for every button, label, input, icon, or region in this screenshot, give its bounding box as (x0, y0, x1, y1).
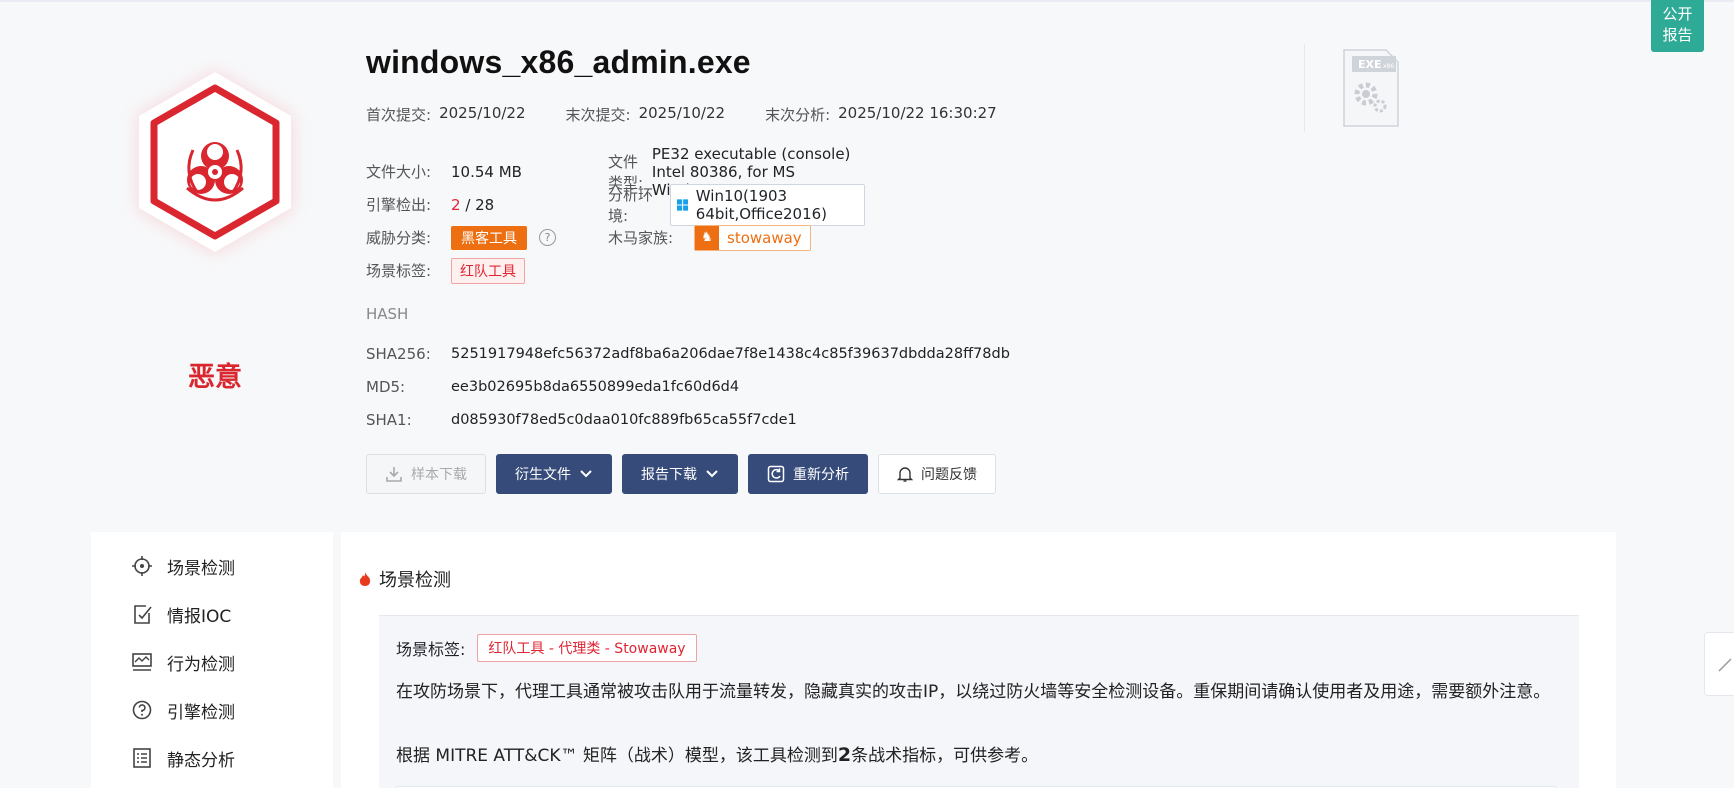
header-divider (1304, 44, 1305, 132)
section-title-text: 场景检测 (379, 570, 451, 591)
scene-detail-tag[interactable]: 红队工具 - 代理类 - Stowaway (477, 634, 697, 662)
verdict-label: 恶意 (188, 362, 242, 393)
windows-icon (676, 198, 688, 211)
last-analysis-label: 末次分析: (765, 106, 831, 124)
crosshair-icon (132, 556, 152, 576)
sidebar-item-behavior[interactable]: 行为检测 (91, 638, 333, 686)
sidebar-item-label: 引擎检测 (167, 702, 235, 723)
derived-files-label: 衍生文件 (515, 467, 571, 483)
engine-label: 引擎检出: (366, 196, 432, 214)
content-panel: 场景检测 场景标签: 红队工具 - 代理类 - Stowaway 在攻防场景下，… (341, 532, 1616, 788)
download-sample-label: 样本下载 (411, 467, 467, 483)
refresh-icon (767, 465, 785, 483)
feedback-button[interactable]: 问题反馈 (878, 454, 996, 494)
verdict-badge: 恶意 (115, 60, 315, 393)
sha1-value[interactable]: d085930f78ed5c0daa010fc889fb65ca55f7cde1 (451, 412, 797, 428)
list-doc-icon (133, 748, 151, 768)
public-report-line2: 报告 (1662, 26, 1693, 44)
mitre-suffix: 条战术指标，可供参考。 (851, 746, 1039, 766)
download-icon (386, 467, 402, 482)
monitor-activity-icon (132, 653, 152, 671)
download-sample-button[interactable]: 样本下载 (366, 454, 486, 494)
sidebar-item-static[interactable]: 静态分析 (91, 734, 333, 782)
sidebar-item-intel-ioc[interactable]: 情报IOC (91, 590, 333, 638)
scene-tag[interactable]: 红队工具 (451, 257, 525, 284)
sidebar-item-label: 静态分析 (167, 750, 235, 771)
file-info-col2: 文件类型: PE32 executable (console) Intel 80… (608, 145, 866, 254)
family-tag[interactable]: ♞ stowaway (694, 224, 811, 251)
bell-icon (897, 467, 913, 482)
sidebar: 场景检测 情报IOC 行为检测 引擎检测 静态分析 (91, 532, 333, 788)
size-value: 10.54 MB (451, 162, 522, 181)
file-info: 文件大小: 10.54 MB 引擎检出: 2 / 28 威胁分类: 黑客工具 ?… (366, 145, 866, 287)
first-submit-label: 首次提交: (366, 106, 432, 124)
report-download-button[interactable]: 报告下载 (622, 454, 738, 494)
scene-row: 场景标签: 红队工具 - 代理类 - Stowaway (396, 634, 697, 662)
md5-value[interactable]: ee3b02695b8da6550899eda1fc60d6d4 (451, 379, 739, 395)
sidebar-item-label: 情报IOC (167, 606, 232, 627)
scene-description: 在攻防场景下，代理工具通常被攻击队用于流量转发，隐藏真实的攻击IP，以绕过防火墙… (396, 682, 1551, 702)
engine-total: / 28 (460, 195, 495, 214)
last-submit-value: 2025/10/22 (638, 104, 726, 122)
threat-tag[interactable]: 黑客工具 (451, 225, 527, 250)
family-value: stowaway (727, 228, 802, 247)
md5-label: MD5: (366, 377, 406, 396)
scene-detail-box: 场景标签: 红队工具 - 代理类 - Stowaway 在攻防场景下，代理工具通… (379, 615, 1579, 788)
engine-value: 2 / 28 (451, 196, 494, 214)
biohazard-hexagon-icon (137, 70, 293, 255)
threat-label: 威胁分类: (366, 229, 432, 247)
report-download-label: 报告下载 (641, 467, 697, 483)
mitre-count: 2 (837, 744, 852, 766)
exe-file-icon: EXE x86 (1340, 48, 1400, 128)
trojan-icon: ♞ (695, 225, 719, 250)
sha256-value[interactable]: 5251917948efc56372adf8ba6a206dae7f8e1438… (451, 346, 1010, 362)
hash-section: HASH SHA256: 5251917948efc56372adf8ba6a2… (366, 305, 1010, 436)
scene-label: 场景标签: (366, 262, 432, 280)
sha256-label: SHA256: (366, 344, 431, 363)
arrow-up-icon (1718, 658, 1732, 672)
sidebar-item-label: 行为检测 (167, 654, 235, 675)
family-label: 木马家族: (608, 229, 674, 247)
derived-files-button[interactable]: 衍生文件 (496, 454, 612, 494)
question-circle-icon (132, 700, 152, 720)
engine-hits: 2 (451, 195, 461, 214)
env-tag[interactable]: Win10(1903 64bit,Office2016) (669, 183, 866, 226)
mitre-prefix: 根据 MITRE ATT&CK™ 矩阵（战术）模型，该工具检测到 (396, 746, 838, 766)
sidebar-item-scene-detection[interactable]: 场景检测 (91, 542, 333, 590)
feedback-label: 问题反馈 (921, 467, 977, 483)
section-title: 场景检测 (359, 566, 451, 592)
chevron-down-icon (580, 470, 592, 478)
flame-icon (359, 572, 371, 586)
first-submit-value: 2025/10/22 (439, 104, 526, 122)
public-report-button[interactable]: 公开 报告 (1651, 0, 1704, 52)
env-label: 分析环境: (608, 185, 654, 225)
sha1-label: SHA1: (366, 410, 412, 429)
size-label: 文件大小: (366, 163, 432, 181)
mitre-summary: 根据 MITRE ATT&CK™ 矩阵（战术）模型，该工具检测到2条战术指标，可… (396, 741, 1038, 766)
scroll-top-button[interactable] (1704, 632, 1734, 696)
hash-title: HASH (366, 305, 409, 323)
top-border (0, 0, 1734, 2)
exe-icon-sub: x86 (1383, 63, 1394, 70)
exe-icon-label: EXE (1358, 58, 1382, 71)
edit-check-icon (134, 605, 152, 624)
submission-dates: 首次提交: 2025/10/22 末次提交: 2025/10/22 末次分析: … (366, 104, 1037, 125)
reanalyze-button[interactable]: 重新分析 (748, 454, 868, 494)
scene-detail-label: 场景标签: (396, 640, 466, 659)
action-buttons: 样本下载 衍生文件 报告下载 重新分析 问题反馈 (366, 454, 996, 494)
env-value: Win10(1903 64bit,Office2016) (695, 186, 828, 223)
sidebar-item-label: 场景检测 (167, 558, 235, 579)
file-title: windows_x86_admin.exe (366, 44, 751, 80)
last-analysis-value: 2025/10/22 16:30:27 (838, 104, 997, 122)
chevron-down-icon (706, 470, 718, 478)
reanalyze-label: 重新分析 (793, 467, 849, 483)
sidebar-item-engine[interactable]: 引擎检测 (91, 686, 333, 734)
public-report-line1: 公开 (1662, 5, 1693, 23)
help-icon[interactable]: ? (539, 229, 556, 246)
last-submit-label: 末次提交: (565, 106, 631, 124)
